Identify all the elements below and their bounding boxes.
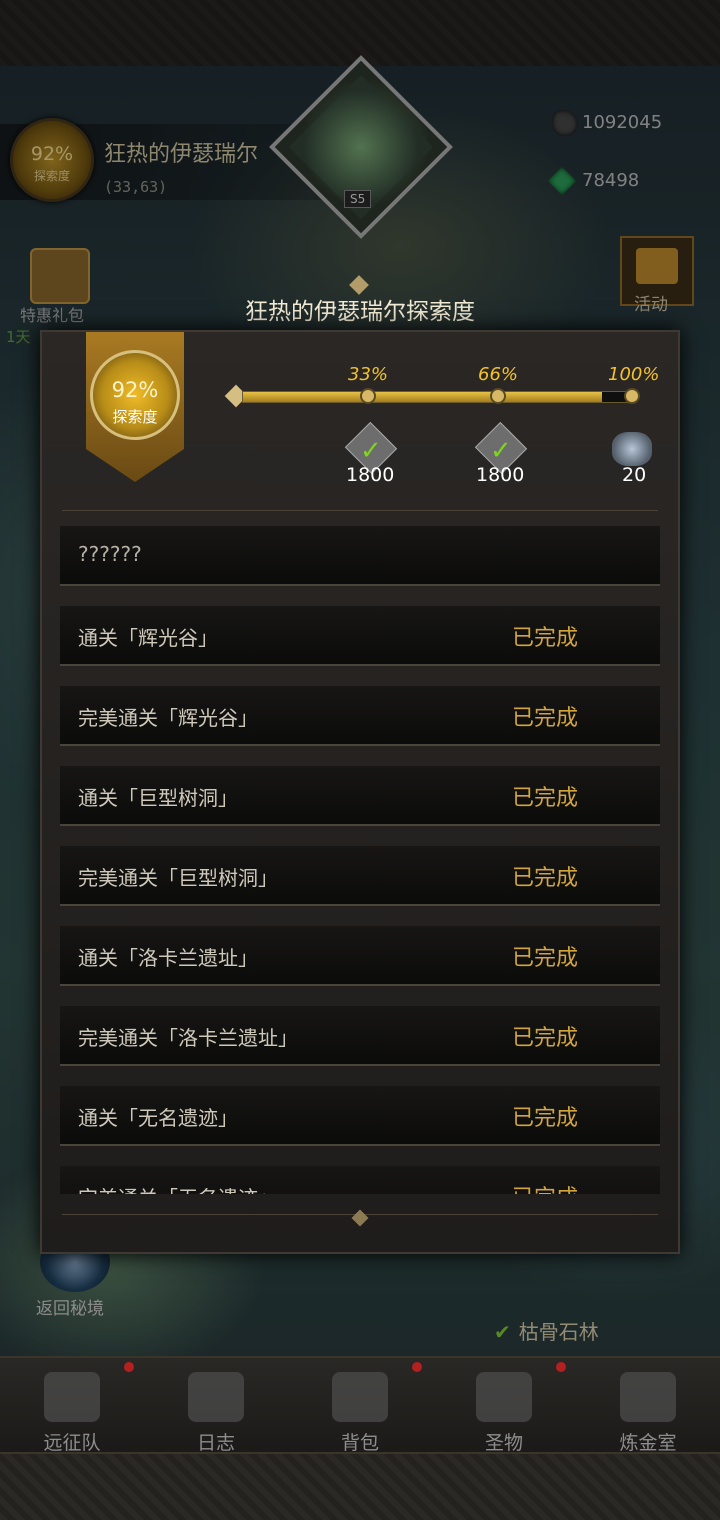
task-status: 已完成: [512, 626, 579, 651]
alchemy-icon: [620, 1372, 676, 1422]
task-status: 已完成: [512, 1180, 578, 1194]
milestone-marker: [624, 388, 640, 404]
task-status: 已完成: [512, 706, 579, 731]
exploration-progress-bar: [242, 391, 634, 403]
modal-title: 狂热的伊瑟瑞尔探索度: [245, 299, 475, 325]
banner-percent: 92%: [111, 378, 159, 402]
task-status: 已完成: [512, 1026, 579, 1051]
task-name: 完美通关「洛卡兰遗址」: [78, 1026, 298, 1050]
nav-label: 圣物: [484, 1432, 523, 1454]
reward-quantity: 20: [622, 464, 647, 486]
reward-quantity: 1800: [476, 464, 525, 486]
nav-item-log[interactable]: 日志: [144, 1358, 288, 1458]
task-name: 通关「无名遗迹」: [78, 1106, 238, 1130]
milestone-percent: 100%: [608, 364, 660, 385]
bottom-frame: [0, 1452, 720, 1520]
nav-label: 远征队: [43, 1432, 101, 1454]
milestone-marker: [360, 388, 376, 404]
nav-label: 炼金室: [619, 1432, 677, 1454]
task-row[interactable]: 通关「巨型树洞」 已完成: [60, 766, 660, 826]
nav-item-relics[interactable]: 圣物: [432, 1358, 576, 1458]
task-name: 完美通关「辉光谷」: [78, 706, 258, 730]
task-row[interactable]: 完美通关「辉光谷」 已完成: [60, 686, 660, 746]
nav-label: 日志: [196, 1432, 235, 1454]
task-name: 通关「巨型树洞」: [78, 786, 238, 810]
notification-dot: [556, 1362, 566, 1372]
nav-item-expedition[interactable]: 远征队: [0, 1358, 144, 1458]
task-name: 通关「洛卡兰遗址」: [78, 946, 258, 970]
nav-item-alchemy[interactable]: 炼金室: [576, 1358, 720, 1458]
task-list[interactable]: ?????? 通关「辉光谷」 已完成 完美通关「辉光谷」 已完成 通关「巨型树洞…: [60, 526, 660, 1194]
ore-reward-icon[interactable]: [612, 432, 652, 466]
relic-icon: [476, 1372, 532, 1422]
task-status: 已完成: [512, 866, 579, 891]
nav-label: 背包: [340, 1432, 379, 1454]
helmet-icon: [44, 1372, 100, 1422]
task-status: 已完成: [512, 1106, 579, 1131]
header-divider: [62, 510, 658, 511]
task-name: ??????: [78, 542, 142, 566]
claimed-check-icon: ✓: [360, 436, 382, 466]
milestone-percent: 33%: [348, 364, 389, 385]
bottom-nav: 远征队 日志 背包 圣物 炼金室: [0, 1356, 720, 1458]
milestone-marker: [490, 388, 506, 404]
task-status: 已完成: [512, 946, 579, 971]
task-row[interactable]: 通关「辉光谷」 已完成: [60, 606, 660, 666]
task-row[interactable]: 完美通关「巨型树洞」 已完成: [60, 846, 660, 906]
task-row[interactable]: 完美通关「无名遗迹」 已完成: [60, 1166, 660, 1194]
task-row[interactable]: 通关「洛卡兰遗址」 已完成: [60, 926, 660, 986]
task-status: 已完成: [512, 786, 579, 811]
task-row[interactable]: 完美通关「洛卡兰遗址」 已完成: [60, 1006, 660, 1066]
task-name: 通关「辉光谷」: [78, 626, 218, 650]
task-name: 完美通关「巨型树洞」: [78, 866, 278, 890]
task-row[interactable]: 通关「无名遗迹」 已完成: [60, 1086, 660, 1146]
scroll-icon: [188, 1372, 244, 1422]
banner-label: 探索度: [112, 408, 158, 426]
notification-dot: [412, 1362, 422, 1372]
task-name: 完美通关「无名遗迹」: [78, 1182, 278, 1194]
task-row[interactable]: ??????: [60, 526, 660, 586]
backpack-icon: [332, 1372, 388, 1422]
notification-dot: [124, 1362, 134, 1372]
claimed-check-icon: ✓: [490, 436, 512, 466]
nav-item-backpack[interactable]: 背包: [288, 1358, 432, 1458]
milestone-percent: 66%: [478, 364, 519, 385]
reward-quantity: 1800: [346, 464, 395, 486]
progress-fill: [243, 392, 602, 402]
